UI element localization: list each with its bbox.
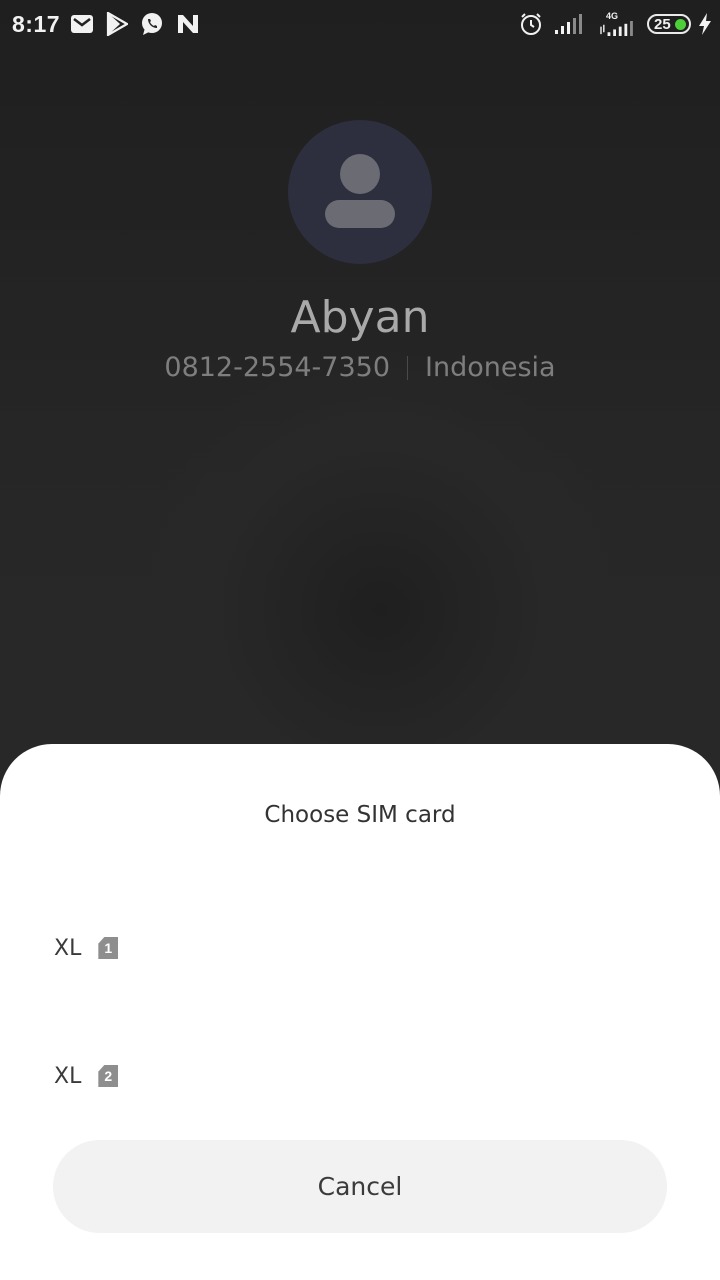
sim-card-icon: 1 [98,937,119,959]
alarm-icon [519,12,543,36]
caller-info: 0812-2554-7350 Indonesia [0,352,720,383]
contact-avatar [288,120,432,264]
avatar-body [325,200,395,228]
battery-icon: 25 [647,14,691,34]
status-bar: 8:17 4G 25 [0,0,720,50]
sim-option-label: XL [54,935,82,961]
sim-option-1[interactable]: XL 1 [0,893,720,1003]
sim-slot-number: 2 [104,1068,113,1084]
sim-slot-number: 1 [104,940,113,956]
whatsapp-icon [140,12,164,36]
sim-card-icon: 2 [98,1065,119,1087]
caller-info-divider [407,355,409,380]
signal-4g-icon: 4G [597,12,635,36]
sheet-title: Choose SIM card [264,802,456,828]
charging-icon [695,12,715,36]
caller-name: Abyan [290,292,430,343]
caller-number: 0812-2554-7350 [164,352,391,383]
cancel-button[interactable]: Cancel [53,1140,667,1233]
signal-icon [553,12,583,36]
network-type-label: 4G [605,11,618,21]
battery-charge-dot [675,19,686,30]
avatar-head [340,154,380,194]
choose-sim-sheet: Choose SIM card XL 1 XL 2 Cancel [0,744,720,1280]
gmail-icon [70,12,94,36]
battery-level: 25 [654,15,671,33]
sim-option-2[interactable]: XL 2 [0,1021,720,1131]
status-time: 8:17 [12,11,61,37]
caller-location: Indonesia [425,352,556,383]
n-app-icon [176,12,200,36]
sim-option-label: XL [54,1063,82,1089]
incoming-call-screen: 8:17 4G 25 Abyan 0812-2554-7350 Indonesi… [0,0,720,1280]
play-store-icon [105,12,129,36]
